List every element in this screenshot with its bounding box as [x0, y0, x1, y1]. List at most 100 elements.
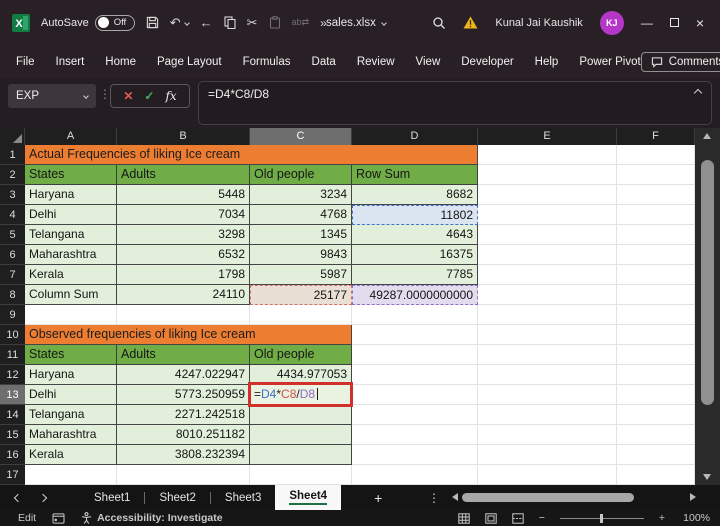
zoom-out-button[interactable]: −: [539, 512, 545, 524]
hscroll-right-icon[interactable]: [690, 493, 696, 501]
cell-E8[interactable]: [478, 285, 617, 305]
zoom-in-button[interactable]: +: [659, 512, 665, 524]
cell-B11[interactable]: Adults: [117, 345, 250, 365]
maximize-button[interactable]: [669, 16, 679, 30]
accessibility-status[interactable]: Accessibility: Investigate: [81, 512, 223, 524]
cell-F12[interactable]: [617, 365, 695, 385]
cell-E6[interactable]: [478, 245, 617, 265]
cell-C5[interactable]: 1345: [250, 225, 352, 245]
cell-C8[interactable]: 25177: [250, 285, 352, 305]
macro-record-icon[interactable]: [52, 512, 65, 524]
ribbon-tab-review[interactable]: Review: [357, 56, 395, 68]
cell-B16[interactable]: 3808.232394: [117, 445, 250, 465]
cell-F13[interactable]: [617, 385, 695, 405]
cell-E16[interactable]: [478, 445, 617, 465]
cell-F4[interactable]: [617, 205, 695, 225]
cell-F8[interactable]: [617, 285, 695, 305]
cell-A5[interactable]: Telangana: [25, 225, 117, 245]
cell-D4[interactable]: 11802: [352, 205, 478, 225]
cell-F3[interactable]: [617, 185, 695, 205]
row-header-5[interactable]: 5: [0, 225, 25, 245]
cell-E2[interactable]: [478, 165, 617, 185]
cell-E5[interactable]: [478, 225, 617, 245]
cell-C12[interactable]: 4434.977053: [250, 365, 352, 385]
cell-C9[interactable]: [250, 305, 352, 325]
ribbon-tab-help[interactable]: Help: [535, 56, 559, 68]
cell-D10[interactable]: [352, 325, 478, 345]
column-header-C[interactable]: C: [250, 128, 352, 145]
column-header-E[interactable]: E: [478, 128, 617, 145]
row-header-15[interactable]: 15: [0, 425, 25, 445]
cell-C7[interactable]: 5987: [250, 265, 352, 285]
back-arrow-icon[interactable]: ←: [200, 16, 213, 29]
cell-C17[interactable]: [250, 465, 352, 485]
cell-B7[interactable]: 1798: [117, 265, 250, 285]
row-header-11[interactable]: 11: [0, 345, 25, 365]
cell-D7[interactable]: 7785: [352, 265, 478, 285]
undo-icon[interactable]: ↶: [170, 16, 190, 29]
cell-A8[interactable]: Column Sum: [25, 285, 117, 305]
cell-E17[interactable]: [478, 465, 617, 485]
cell-F11[interactable]: [617, 345, 695, 365]
formula-input[interactable]: =D4*C8/D8: [198, 81, 712, 125]
close-button[interactable]: ×: [696, 15, 704, 31]
ribbon-tab-developer[interactable]: Developer: [461, 56, 513, 68]
sheet-tab-sheet1[interactable]: Sheet1: [80, 485, 144, 510]
ribbon-tab-power-pivot[interactable]: Power Pivot: [579, 56, 640, 68]
cell-A14[interactable]: Telangana: [25, 405, 117, 425]
minimize-button[interactable]: —: [641, 16, 653, 30]
insert-function-icon[interactable]: fx: [165, 89, 176, 103]
cell-C13[interactable]: =D4*C8/D8: [248, 382, 353, 407]
autosave-toggle[interactable]: Off: [94, 14, 135, 31]
cell-A11[interactable]: States: [25, 345, 117, 365]
warning-icon[interactable]: [463, 16, 478, 29]
sheet-options-icon[interactable]: ⋮: [428, 485, 440, 510]
horizontal-scrollbar-thumb[interactable]: [462, 493, 634, 502]
cell-D8[interactable]: 49287.0000000000: [352, 285, 478, 305]
cancel-icon[interactable]: ✕: [123, 89, 133, 103]
document-title[interactable]: sales.xlsx: [326, 0, 387, 45]
ribbon-tab-data[interactable]: Data: [312, 56, 336, 68]
autosave-control[interactable]: AutoSave Off: [41, 14, 135, 31]
cell-A2[interactable]: States: [25, 165, 117, 185]
cell-D3[interactable]: 8682: [352, 185, 478, 205]
page-layout-view-icon[interactable]: [485, 512, 497, 524]
ribbon-tab-formulas[interactable]: Formulas: [243, 56, 291, 68]
cell-C16[interactable]: [250, 445, 352, 465]
cell-A7[interactable]: Kerala: [25, 265, 117, 285]
cell-A12[interactable]: Haryana: [25, 365, 117, 385]
cell-F10[interactable]: [617, 325, 695, 345]
cell-F17[interactable]: [617, 465, 695, 485]
cell-E7[interactable]: [478, 265, 617, 285]
cell-F5[interactable]: [617, 225, 695, 245]
cell-D9[interactable]: [352, 305, 478, 325]
cell-F15[interactable]: [617, 425, 695, 445]
cell-D17[interactable]: [352, 465, 478, 485]
cell-B4[interactable]: 7034: [117, 205, 250, 225]
cell-E3[interactable]: [478, 185, 617, 205]
cell-D14[interactable]: [352, 405, 478, 425]
cell-D15[interactable]: [352, 425, 478, 445]
enter-icon[interactable]: ✓: [144, 89, 154, 103]
cell-A16[interactable]: Kerala: [25, 445, 117, 465]
cell-C2[interactable]: Old people: [250, 165, 352, 185]
column-header-B[interactable]: B: [117, 128, 250, 145]
ribbon-tab-view[interactable]: View: [416, 56, 441, 68]
cell-A10[interactable]: Observed frequencies of liking Ice cream: [25, 325, 352, 345]
cell-D2[interactable]: Row Sum: [352, 165, 478, 185]
cell-C11[interactable]: Old people: [250, 345, 352, 365]
cell-E10[interactable]: [478, 325, 617, 345]
cell-E4[interactable]: [478, 205, 617, 225]
row-header-1[interactable]: 1: [0, 145, 25, 165]
vertical-scrollbar[interactable]: [695, 128, 720, 485]
zoom-slider[interactable]: [559, 513, 644, 523]
cell-D12[interactable]: [352, 365, 478, 385]
save-icon[interactable]: [146, 16, 159, 29]
sheet-tab-sheet4[interactable]: Sheet4: [275, 485, 342, 510]
name-box[interactable]: EXP: [8, 84, 96, 108]
next-sheet-icon[interactable]: [38, 493, 48, 502]
row-header-9[interactable]: 9: [0, 305, 25, 325]
cell-D6[interactable]: 16375: [352, 245, 478, 265]
add-sheet-button[interactable]: +: [374, 485, 382, 510]
row-header-12[interactable]: 12: [0, 365, 25, 385]
